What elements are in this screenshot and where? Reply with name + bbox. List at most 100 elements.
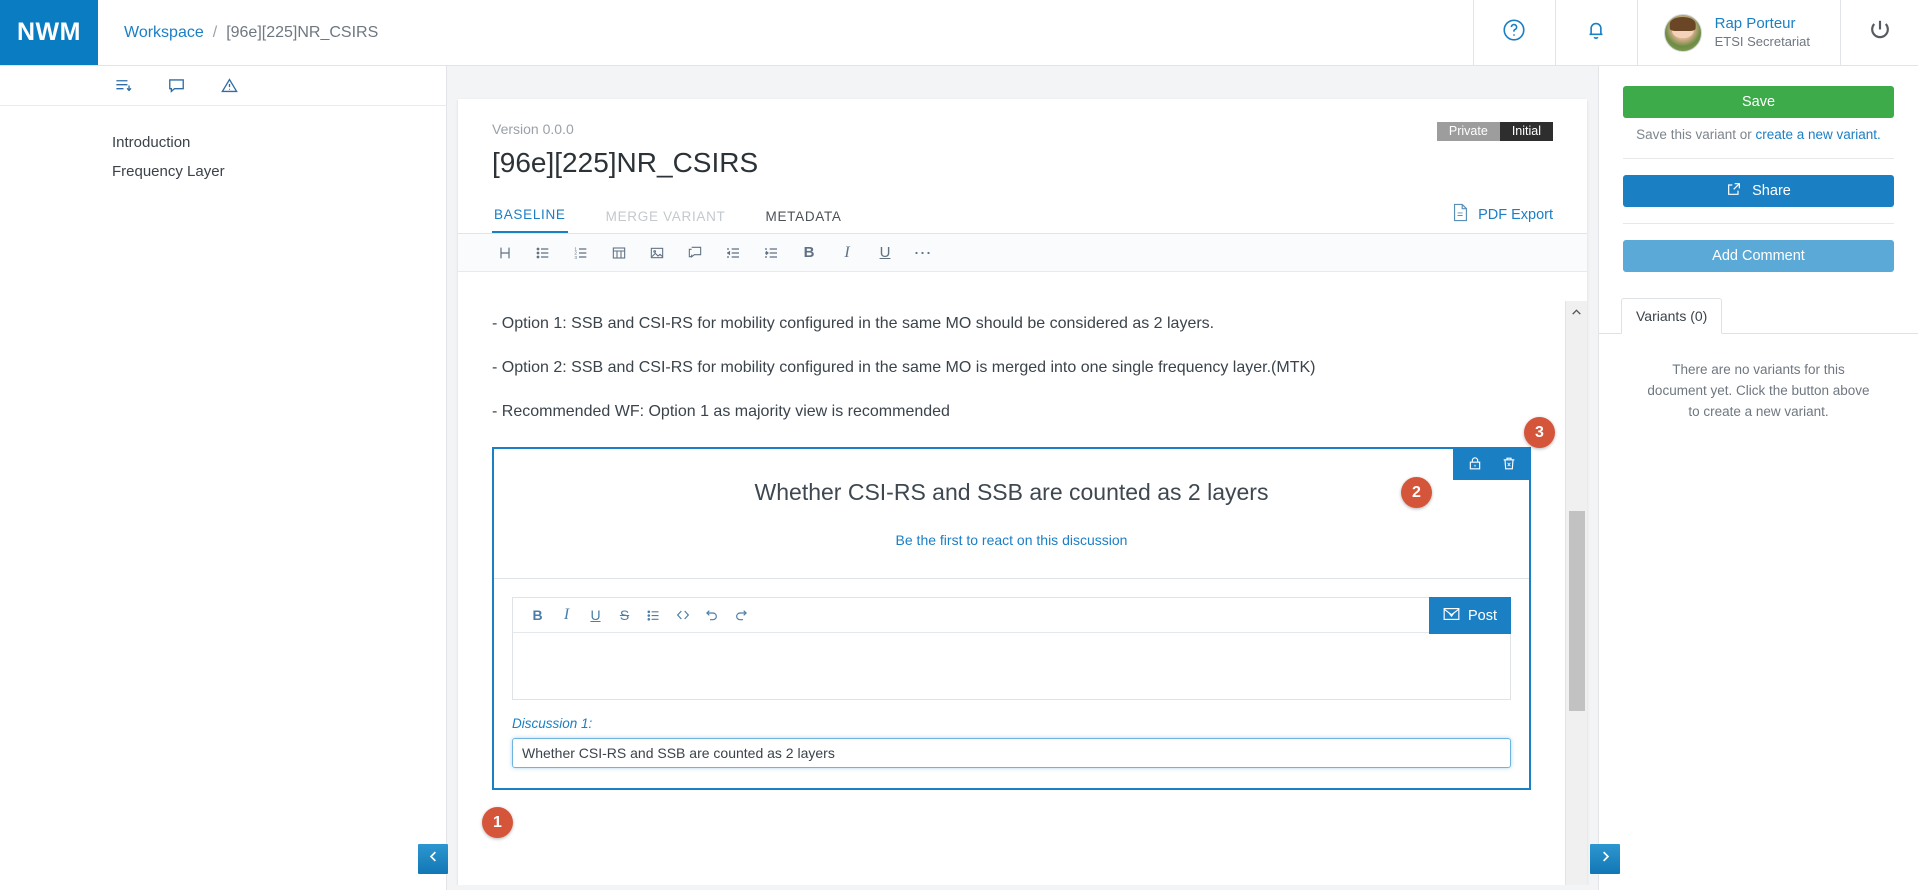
document-tabs: BASELINE MERGE VARIANT METADATA PDF Expo…: [458, 203, 1587, 234]
bullet-list-icon[interactable]: [639, 601, 668, 630]
external-link-icon: [1726, 181, 1742, 201]
share-button[interactable]: Share: [1623, 175, 1894, 207]
editor-toolbar: 1 2 3 B I U ⋯: [458, 234, 1587, 272]
save-hint: Save this variant or create a new varian…: [1623, 127, 1894, 142]
discussion-input-group: Discussion 1:: [494, 700, 1529, 788]
comment-textarea[interactable]: [513, 633, 1510, 699]
tab-merge-variant: MERGE VARIANT: [605, 209, 726, 224]
breadcrumb-workspace-link[interactable]: Workspace: [124, 24, 204, 42]
discussion-actions: [1453, 447, 1531, 480]
editor-content[interactable]: - Option 1: SSB and CSI-RS for mobility …: [458, 301, 1565, 890]
bold-icon[interactable]: B: [796, 240, 822, 266]
outline-icon[interactable]: [114, 76, 133, 95]
sidebar-divider: [1623, 158, 1894, 159]
send-mail-icon: [1443, 607, 1460, 625]
scrollbar-thumb[interactable]: [1569, 511, 1585, 711]
variants-empty-message: There are no variants for this document …: [1647, 362, 1870, 419]
tab-metadata[interactable]: METADATA: [764, 209, 844, 233]
redo-icon[interactable]: [726, 601, 755, 630]
table-icon[interactable]: [606, 240, 632, 266]
editor-scrollbar[interactable]: [1565, 301, 1587, 890]
content-paragraph: - Option 1: SSB and CSI-RS for mobility …: [492, 315, 1215, 332]
content-paragraph: - Option 2: SSB and CSI-RS for mobility …: [492, 359, 1316, 376]
italic-icon[interactable]: I: [834, 240, 860, 266]
breadcrumb-current: [96e][225]NR_CSIRS: [226, 23, 379, 41]
pdf-file-icon: [1452, 203, 1469, 226]
notifications-button[interactable]: [1554, 0, 1637, 65]
underline-icon[interactable]: U: [581, 601, 610, 630]
save-label: Save: [1741, 94, 1776, 110]
status-badge-state[interactable]: Initial: [1499, 122, 1553, 141]
bottom-gap: [447, 885, 1598, 890]
numbered-list-icon[interactable]: 1 2 3: [568, 240, 594, 266]
breadcrumb-separator: /: [212, 23, 218, 41]
tab-variants[interactable]: Variants (0): [1621, 298, 1723, 334]
lock-icon[interactable]: [1467, 455, 1483, 472]
comment-icon[interactable]: [167, 76, 186, 95]
save-button[interactable]: Save: [1623, 86, 1894, 118]
right-sidebar: Save Save this variant or create a new v…: [1598, 66, 1918, 890]
strikethrough-icon[interactable]: S: [610, 601, 639, 630]
add-comment-button[interactable]: Add Comment: [1623, 240, 1894, 272]
bullet-list-icon[interactable]: [530, 240, 556, 266]
tab-baseline[interactable]: BASELINE: [492, 207, 568, 233]
app-logo[interactable]: NWM: [0, 0, 98, 65]
left-sidebar-toolbar: [0, 66, 446, 106]
chevron-up-icon[interactable]: [1566, 301, 1587, 323]
avatar: [1663, 13, 1702, 52]
post-button[interactable]: Post: [1428, 597, 1511, 634]
chevron-right-icon: [1598, 849, 1613, 869]
sidebar-actions: Save Save this variant or create a new v…: [1599, 66, 1918, 272]
marker-badge-1: 1: [482, 807, 513, 838]
document-version: Version 0.0.0: [492, 121, 574, 137]
content-bottom-spacer: [492, 790, 1531, 830]
user-text: Rap Porteur ETSI Secretariat: [1715, 15, 1810, 50]
undo-icon[interactable]: [697, 601, 726, 630]
add-comment-label: Add Comment: [1712, 248, 1805, 264]
status-badge-group: Private Initial: [1436, 122, 1553, 141]
comment-bubble-icon[interactable]: [682, 240, 708, 266]
table-of-contents: Introduction Frequency Layer: [0, 106, 446, 186]
user-menu[interactable]: Rap Porteur ETSI Secretariat: [1636, 0, 1840, 65]
page-title: [96e][225]NR_CSIRS: [492, 147, 759, 178]
prev-page-button[interactable]: [418, 844, 448, 874]
breadcrumb: Workspace / [96e][225]NR_CSIRS: [98, 0, 378, 65]
discussion-input-label: Discussion 1:: [512, 716, 593, 731]
outdent-icon[interactable]: [720, 240, 746, 266]
save-hint-prefix: Save this variant or: [1636, 127, 1756, 142]
discussion-title-input[interactable]: [512, 738, 1511, 768]
help-circle-icon: [1501, 17, 1527, 48]
pdf-export-button[interactable]: PDF Export: [1452, 203, 1553, 226]
warning-icon[interactable]: [220, 76, 239, 95]
content-paragraph: - Recommended WF: Option 1 as majority v…: [492, 403, 950, 420]
create-variant-link[interactable]: create a new variant.: [1755, 127, 1880, 142]
document-header: Version 0.0.0 [96e][225]NR_CSIRS Private…: [458, 99, 1587, 179]
image-icon[interactable]: [644, 240, 670, 266]
discussion-react-link[interactable]: Be the first to react on this discussion: [494, 506, 1529, 578]
editor-body: - Option 1: SSB and CSI-RS for mobility …: [458, 301, 1587, 890]
power-icon: [1867, 17, 1893, 48]
discussion-title: Whether CSI-RS and SSB are counted as 2 …: [754, 479, 1269, 505]
more-icon[interactable]: ⋯: [910, 240, 936, 266]
next-page-button[interactable]: [1590, 844, 1620, 874]
share-label: Share: [1752, 183, 1791, 199]
heading-icon[interactable]: [492, 240, 518, 266]
discussion-divider: [494, 578, 1529, 579]
logout-button[interactable]: [1840, 0, 1918, 65]
underline-icon[interactable]: U: [872, 240, 898, 266]
bold-icon[interactable]: B: [523, 601, 552, 630]
user-name[interactable]: Rap Porteur: [1715, 15, 1810, 34]
svg-text:3: 3: [574, 255, 577, 260]
italic-icon[interactable]: I: [552, 601, 581, 630]
indent-icon[interactable]: [758, 240, 784, 266]
pdf-export-label: PDF Export: [1478, 206, 1553, 223]
trash-icon[interactable]: [1501, 455, 1517, 472]
toc-item-frequency-layer[interactable]: Frequency Layer: [112, 157, 446, 186]
help-button[interactable]: [1472, 0, 1555, 65]
code-icon[interactable]: [668, 601, 697, 630]
main-panel: Version 0.0.0 [96e][225]NR_CSIRS Private…: [447, 66, 1598, 890]
post-label: Post: [1467, 607, 1497, 624]
status-badge-visibility[interactable]: Private: [1436, 122, 1500, 141]
toc-item-introduction[interactable]: Introduction: [112, 128, 446, 157]
